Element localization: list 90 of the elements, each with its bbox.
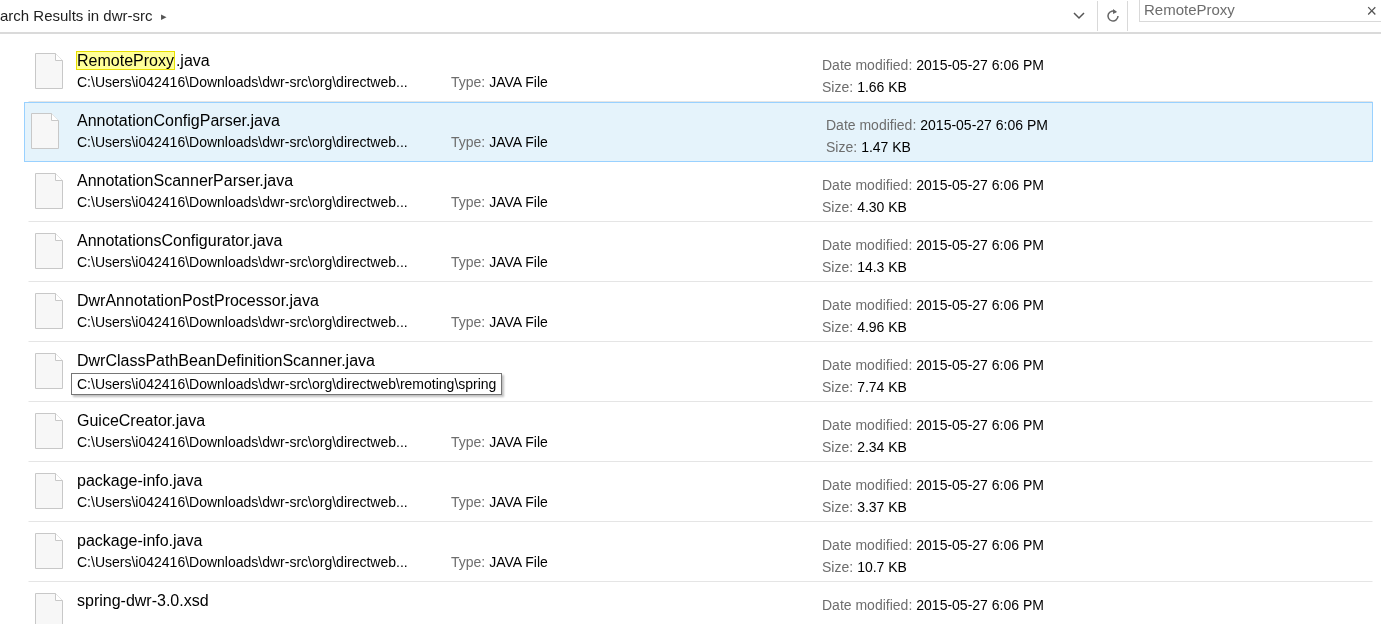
file-row[interactable]: AnnotationConfigParser.java C:\Users\i042416\Downloads\dwr-src\org\directweb... Type: JAVA File Date modified: 2015-05-27 6:06 PM Size: 1.47 KB [24, 102, 1373, 162]
size-value: 4.96 KB [857, 319, 907, 335]
date-value: 2015-05-27 6:06 PM [916, 477, 1044, 493]
file-icon [35, 53, 63, 89]
file-path: C:\Users\i042416\Downloads\dwr-src\org\directweb... [77, 493, 409, 512]
file-path: C:\Users\i042416\Downloads\dwr-src\org\directweb... [77, 193, 409, 212]
date-label: Date modified: [826, 117, 917, 133]
breadcrumb[interactable]: arch Results in dwr-src [0, 4, 153, 28]
size-value: 4.30 KB [857, 199, 907, 215]
date-value: 2015-05-27 6:06 PM [916, 537, 1044, 553]
date-label: Date modified: [822, 477, 913, 493]
size-value: 1.66 KB [857, 79, 907, 95]
file-row[interactable]: AnnotationScannerParser.java C:\Users\i042416\Downloads\dwr-src\org\directweb... Type: JAVA File Date modified: 2015-05-27 6:06 PM Size: 4.30 KB [28, 162, 1373, 222]
search-value: RemoteProxy [1144, 0, 1236, 21]
date-value: 2015-05-27 6:06 PM [920, 117, 1048, 133]
file-icon [31, 113, 59, 149]
size-label: Size: [822, 259, 854, 275]
size-label: Size: [822, 499, 854, 515]
file-row[interactable]: DwrClassPathBeanDefinitionScanner.java C:\Users\i042416\Downloads\dwr-src\org\directweb\remoting\spring Date modified: 2015-05-27 6:06 PM Size: 7.74 KB [28, 342, 1373, 402]
size-label: Size: [826, 139, 858, 155]
path-tooltip: C:\Users\i042416\Downloads\dwr-src\org\directweb\remoting\spring [71, 373, 503, 395]
size-value: 2.34 KB [857, 439, 907, 455]
type-value: JAVA File [489, 73, 548, 92]
clear-button[interactable]: × [1366, 1, 1381, 20]
file-path: C:\Users\i042416\Downloads\dwr-src\org\directweb... [77, 253, 409, 272]
breadcrumb-arrow[interactable]: ▸ [160, 7, 167, 25]
type-label: Type: [451, 133, 486, 152]
file-row[interactable]: AnnotationsConfigurator.java C:\Users\i042416\Downloads\dwr-src\org\directweb... Type: JAVA File Date modified: 2015-05-27 6:06 PM Size: 14.3 KB [28, 222, 1373, 282]
date-value: 2015-05-27 6:06 PM [916, 597, 1044, 613]
file-icon [35, 473, 63, 509]
size-label: Size: [822, 319, 854, 335]
date-value: 2015-05-27 6:06 PM [916, 297, 1044, 313]
file-row[interactable]: package-info.java C:\Users\i042416\Downloads\dwr-src\org\directweb... Type: JAVA File Date modified: 2015-05-27 6:06 PM Size: 10.7 KB [28, 522, 1373, 582]
size-value: 14.3 KB [857, 259, 907, 275]
type-label: Type: [451, 253, 486, 272]
file-path: C:\Users\i042416\Downloads\dwr-src\org\directweb... [77, 553, 409, 572]
date-value: 2015-05-27 6:06 PM [916, 177, 1044, 193]
size-value: 7.74 KB [857, 379, 907, 395]
type-value: JAVA File [489, 553, 548, 572]
size-value: 10.7 KB [857, 559, 907, 575]
file-row[interactable]: GuiceCreator.java C:\Users\i042416\Downloads\dwr-src\org\directweb... Type: JAVA File Date modified: 2015-05-27 6:06 PM Size: 2.34 KB [28, 402, 1373, 462]
date-label: Date modified: [822, 237, 913, 253]
date-label: Date modified: [822, 537, 913, 553]
date-label: Date modified: [822, 297, 913, 313]
type-label: Type: [451, 433, 486, 452]
file-row[interactable]: package-info.java C:\Users\i042416\Downloads\dwr-src\org\directweb... Type: JAVA File Date modified: 2015-05-27 6:06 PM Size: 3.37 KB [28, 462, 1373, 522]
type-value: JAVA File [489, 133, 548, 152]
file-path: C:\Users\i042416\Downloads\dwr-src\org\directweb... [77, 73, 409, 92]
file-icon [35, 173, 63, 209]
file-icon [35, 413, 63, 449]
dropdown-icon[interactable] [1073, 12, 1085, 20]
file-path: C:\Users\i042416\Downloads\dwr-src\org\directweb... [77, 133, 409, 152]
size-label: Size: [822, 379, 854, 395]
file-icon [35, 233, 63, 269]
address-bar[interactable]: arch Results in dwr-src ▸ [0, 1, 1098, 31]
type-label: Type: [451, 313, 486, 332]
type-value: JAVA File [489, 493, 548, 512]
date-value: 2015-05-27 6:06 PM [916, 57, 1044, 73]
file-icon [35, 593, 63, 624]
file-name: AnnotationConfigParser.java [77, 111, 281, 131]
date-value: 2015-05-27 6:06 PM [916, 237, 1044, 253]
type-value: JAVA File [489, 253, 548, 272]
file-path: C:\Users\i042416\Downloads\dwr-src\org\directweb... [77, 313, 409, 332]
size-value: 3.37 KB [857, 499, 907, 515]
file-path: C:\Users\i042416\Downloads\dwr-src\org\directweb... [77, 433, 409, 452]
type-value: JAVA File [489, 313, 548, 332]
file-icon [35, 293, 63, 329]
date-label: Date modified: [822, 57, 913, 73]
date-label: Date modified: [822, 177, 913, 193]
date-label: Date modified: [822, 597, 913, 613]
file-row[interactable]: spring-dwr-3.0.xsd Date modified: 2015-05-27 6:06 PM [28, 582, 1373, 624]
date-value: 2015-05-27 6:06 PM [916, 357, 1044, 373]
date-label: Date modified: [822, 357, 913, 373]
type-label: Type: [451, 193, 486, 212]
file-row[interactable]: DwrAnnotationPostProcessor.java C:\Users\i042416\Downloads\dwr-src\org\directweb... Type: JAVA File Date modified: 2015-05-27 6:06 PM Size: 4.96 KB [28, 282, 1373, 342]
date-value: 2015-05-27 6:06 PM [916, 417, 1044, 433]
type-label: Type: [451, 553, 486, 572]
type-label: Type: [451, 493, 486, 512]
size-value: 1.47 KB [861, 139, 911, 155]
type-value: JAVA File [489, 193, 548, 212]
search-field[interactable]: RemoteProxy × [1139, 0, 1381, 22]
type-label: Type: [451, 73, 486, 92]
size-label: Size: [822, 79, 854, 95]
file-icon [35, 353, 63, 389]
type-value: JAVA File [489, 433, 548, 452]
size-label: Size: [822, 559, 854, 575]
date-label: Date modified: [822, 417, 913, 433]
size-label: Size: [822, 439, 854, 455]
size-label: Size: [822, 199, 854, 215]
file-icon [35, 533, 63, 569]
